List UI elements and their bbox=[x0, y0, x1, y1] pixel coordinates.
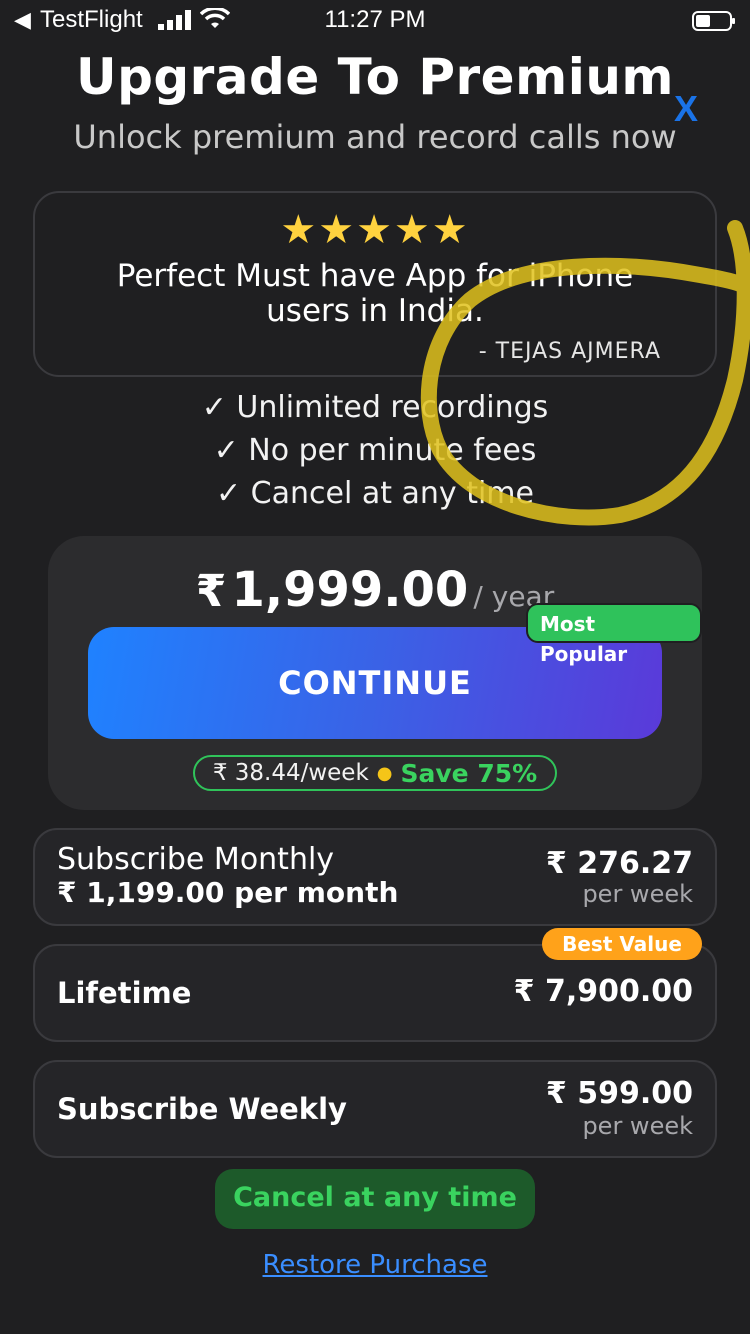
best-value-badge: Best Value bbox=[542, 928, 702, 960]
weekly-plan-title: Subscribe Weekly bbox=[57, 1092, 347, 1126]
page-title: Upgrade To Premium bbox=[75, 48, 675, 106]
status-bar: ◀ TestFlight 11:27 PM bbox=[0, 0, 750, 40]
weekly-per-label: per week bbox=[582, 1112, 693, 1140]
weekly-plan-price: ₹ 599.00 bbox=[545, 1076, 693, 1111]
weekly-plan-option[interactable]: Subscribe Weekly ₹ 599.00 per week bbox=[33, 1060, 717, 1158]
page-subtitle: Unlock premium and record calls now bbox=[73, 118, 677, 156]
lifetime-plan-price: ₹ 7,900.00 bbox=[513, 974, 693, 1009]
monthly-weekly-price: ₹ 276.27 bbox=[545, 846, 693, 881]
cancel-anytime-button[interactable]: Cancel at any time bbox=[215, 1169, 535, 1229]
yearly-price-amount: 1,999.00 bbox=[231, 562, 469, 618]
monthly-plan-option[interactable]: Subscribe Monthly ₹ 1,199.00 per month ₹… bbox=[33, 828, 717, 926]
clock-time: 11:27 PM bbox=[324, 6, 426, 33]
review-author: - TEJAS AJMERA bbox=[478, 339, 661, 364]
feature-item: ✓ No per minute fees bbox=[213, 433, 537, 468]
dot-separator-icon: ● bbox=[376, 762, 393, 784]
review-card: ★★★★★ Perfect Must have App for iPhone u… bbox=[33, 191, 717, 377]
currency-symbol: ₹ bbox=[195, 566, 227, 617]
feature-item: ✓ Cancel at any time bbox=[216, 476, 534, 511]
weekly-equivalent: ₹ 38.44/week bbox=[212, 760, 369, 786]
review-text: Perfect Must have App for iPhone users i… bbox=[116, 258, 634, 329]
monthly-plan-price: ₹ 1,199.00 per month bbox=[57, 876, 399, 909]
save-percent: Save 75% bbox=[400, 758, 538, 788]
feature-item: ✓ Unlimited recordings bbox=[201, 390, 549, 425]
battery-icon bbox=[692, 11, 735, 31]
most-popular-badge: Most Popular bbox=[526, 603, 702, 666]
feature-list: ✓ Unlimited recordings ✓ No per minute f… bbox=[0, 386, 750, 515]
savings-pill: ₹ 38.44/week ● Save 75% bbox=[193, 755, 557, 791]
monthly-plan-title: Subscribe Monthly bbox=[57, 842, 335, 877]
lifetime-plan-title: Lifetime bbox=[57, 976, 192, 1010]
yearly-plan-card[interactable]: ₹ 1,999.00 / year CONTINUE Most Popular … bbox=[48, 536, 702, 810]
monthly-per-label: per week bbox=[582, 880, 693, 908]
star-rating: ★★★★★ bbox=[280, 207, 470, 253]
restore-purchase-link[interactable]: Restore Purchase bbox=[0, 1250, 750, 1280]
